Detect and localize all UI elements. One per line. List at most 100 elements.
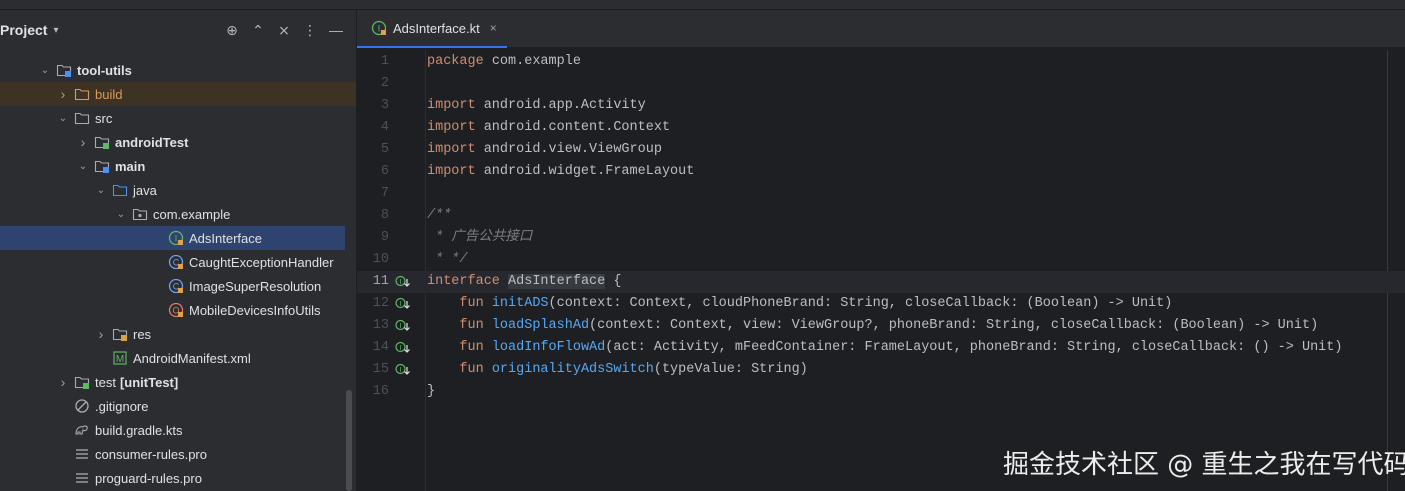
code-token: (context: Context, view: ViewGroup?, pho… [589, 318, 1319, 333]
chevron-down-icon[interactable]: ⌄ [114, 209, 128, 220]
code-text: import android.content.Context [427, 117, 670, 139]
tree-item-label: MobileDevicesInfoUtils [189, 302, 321, 318]
tree-item-java[interactable]: ⌄ java [0, 178, 356, 202]
line-number[interactable]: 2 [357, 73, 389, 95]
code-area[interactable]: 1 package com.example 2 3 import android.app… [357, 50, 1405, 491]
code-line[interactable]: 2 [357, 73, 1405, 95]
keyword-token: fun [459, 362, 484, 377]
tree-item-tool-utils[interactable]: ⌄ tool-utils [0, 58, 356, 82]
tree-item-src[interactable]: ⌄ src [0, 106, 356, 130]
implemented-marker-icon[interactable]: I [395, 297, 411, 311]
line-number[interactable]: 16 [357, 381, 389, 403]
chevron-down-icon[interactable]: ⌄ [94, 185, 108, 196]
implemented-marker-icon[interactable]: I [395, 363, 411, 377]
line-number[interactable]: 6 [357, 161, 389, 183]
title-bar [0, 0, 1405, 10]
keyword-token: fun [459, 340, 484, 355]
line-number[interactable]: 15 [357, 359, 389, 381]
locate-icon[interactable]: ⊕ [221, 19, 243, 41]
chevron-down-icon[interactable]: ⌄ [38, 65, 52, 76]
tree-item-main[interactable]: ⌄ main [0, 154, 356, 178]
code-line[interactable]: 1 package com.example [357, 51, 1405, 73]
tree-item-androidtest[interactable]: › androidTest [0, 130, 356, 154]
line-number[interactable]: 11 [357, 271, 389, 293]
code-line[interactable]: 6 import android.widget.FrameLayout [357, 161, 1405, 183]
hide-panel-icon[interactable]: — [325, 19, 347, 41]
line-number[interactable]: 9 [357, 227, 389, 249]
tree-item-gitignore[interactable]: .gitignore [0, 394, 356, 418]
tree-item-mobiledevicesinfoutils[interactable]: O MobileDevicesInfoUtils [0, 298, 356, 322]
close-icon[interactable]: × [490, 21, 497, 35]
line-number[interactable]: 8 [357, 205, 389, 227]
chevron-down-icon[interactable]: ⌄ [56, 113, 70, 124]
tree-item-label: AdsInterface [189, 230, 262, 246]
line-number[interactable]: 10 [357, 249, 389, 271]
line-number[interactable]: 12 [357, 293, 389, 315]
tree-item-adsinterface[interactable]: I AdsInterface [0, 226, 345, 250]
chevron-right-icon[interactable]: › [56, 374, 70, 390]
chevron-right-icon[interactable]: › [94, 326, 108, 342]
tree-item-label: androidTest [115, 134, 189, 150]
code-token: (typeValue: String) [653, 362, 808, 377]
tree-item-label: build [95, 86, 123, 102]
code-line[interactable]: 5 import android.view.ViewGroup [357, 139, 1405, 161]
code-line[interactable]: 10 * */ [357, 249, 1405, 271]
code-line[interactable]: 16} [357, 381, 1405, 403]
chevron-right-icon[interactable]: › [56, 86, 70, 102]
project-tree-scrollbar[interactable] [346, 390, 352, 491]
code-line[interactable]: 3 import android.app.Activity [357, 95, 1405, 117]
line-number[interactable]: 14 [357, 337, 389, 359]
code-line[interactable]: 7 [357, 183, 1405, 205]
code-text: interface AdsInterface { [427, 271, 621, 293]
project-view-selector[interactable]: Project ▾ [0, 22, 59, 38]
collapse-all-icon[interactable]: ⨯ [273, 19, 295, 41]
code-line[interactable]: 13 I fun loadSplashAd(context: Context, v… [357, 315, 1405, 337]
line-number[interactable]: 4 [357, 117, 389, 139]
code-line[interactable]: 11 Iinterface AdsInterface { [357, 271, 1405, 293]
tree-item-label: tool-utils [77, 62, 132, 78]
code-line[interactable]: 8 /** [357, 205, 1405, 227]
chevron-down-icon[interactable]: ⌄ [76, 161, 90, 172]
gitignore-icon [74, 398, 90, 414]
code-editor: I AdsInterface.kt × 1 package com.example… [357, 10, 1405, 491]
line-number[interactable]: 13 [357, 315, 389, 337]
code-text: import android.view.ViewGroup [427, 139, 662, 161]
chevron-right-icon[interactable]: › [76, 134, 90, 150]
tree-item-caughtexceptionhandler[interactable]: C CaughtExceptionHandler [0, 250, 356, 274]
code-text: } [427, 381, 435, 403]
implemented-marker-icon[interactable]: I [395, 275, 411, 289]
svg-text:I: I [400, 367, 402, 374]
more-options-icon[interactable]: ⋮ [299, 19, 321, 41]
line-number[interactable]: 5 [357, 139, 389, 161]
code-line[interactable]: 12 I fun initADS(context: Context, cloudP… [357, 293, 1405, 315]
tree-item-proguard-rules-pro[interactable]: proguard-rules.pro [0, 466, 356, 490]
code-line[interactable]: 14 I fun loadInfoFlowAd(act: Activity, mF… [357, 337, 1405, 359]
tree-item-build[interactable]: › build [0, 82, 356, 106]
tree-item-test[interactable]: › test [unitTest] [0, 370, 356, 394]
svg-text:I: I [400, 301, 402, 308]
tree-item-build-gradle-kts[interactable]: build.gradle.kts [0, 418, 356, 442]
line-number[interactable]: 7 [357, 183, 389, 205]
tree-item-consumer-rules-pro[interactable]: consumer-rules.pro [0, 442, 356, 466]
tree-item-res[interactable]: › res [0, 322, 356, 346]
expand-all-icon[interactable]: ⌃ [247, 19, 269, 41]
tab-adsinterface[interactable]: I AdsInterface.kt × [357, 10, 507, 48]
tree-item-label: CaughtExceptionHandler [189, 254, 334, 270]
line-number[interactable]: 3 [357, 95, 389, 117]
implemented-marker-icon[interactable]: I [395, 319, 411, 333]
tree-item-imagesuperresolution[interactable]: C ImageSuperResolution [0, 274, 356, 298]
line-number[interactable]: 1 [357, 51, 389, 73]
code-line[interactable]: 4 import android.content.Context [357, 117, 1405, 139]
code-line[interactable]: 9 * 广告公共接口 [357, 227, 1405, 249]
code-line[interactable]: 15 I fun originalityAdsSwitch(typeValue: … [357, 359, 1405, 381]
implemented-marker-icon[interactable]: I [395, 341, 411, 355]
tree-item-label: com.example [153, 206, 231, 222]
tree-item-com-example[interactable]: ⌄ com.example [0, 202, 356, 226]
tree-item-androidmanifest-xml[interactable]: M AndroidManifest.xml [0, 346, 356, 370]
folder-icon [74, 86, 90, 102]
